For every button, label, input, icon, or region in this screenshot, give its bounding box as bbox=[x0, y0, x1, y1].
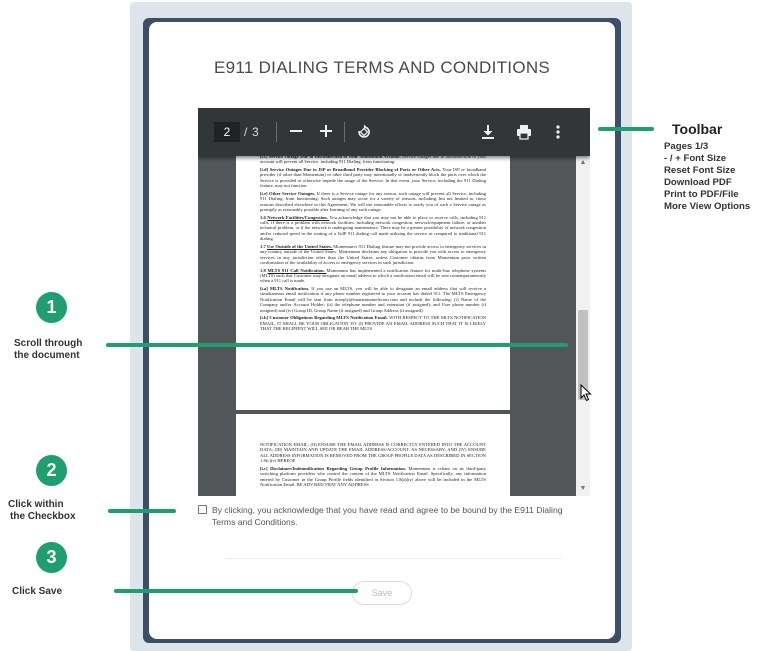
pdf-section-number: [i.c] bbox=[260, 465, 271, 471]
toolbar-annotation-item: Reset Font Size bbox=[664, 165, 736, 176]
toolbar-divider bbox=[344, 122, 345, 142]
pdf-page-2: [i.c] Service Outage Due to Disconnectio… bbox=[236, 148, 510, 410]
dialog-title: E911 DIALING TERMS AND CONDITIONS bbox=[213, 58, 551, 77]
pdf-section-body: NOTIFICATION EMAIL; (II) ENSURE THE EMAI… bbox=[260, 442, 486, 464]
step-2-callout-line bbox=[108, 509, 176, 513]
more-options-button[interactable] bbox=[546, 120, 570, 144]
pdf-toolbar: 2 / 3 bbox=[198, 108, 590, 156]
pdf-section-number: [i.d] bbox=[260, 167, 270, 172]
zoom-in-button[interactable] bbox=[314, 120, 338, 144]
current-page-input[interactable]: 2 bbox=[214, 122, 240, 142]
step-2-badge: 2 bbox=[36, 455, 67, 486]
agreement-row[interactable]: By clicking, you acknowledge that you ha… bbox=[198, 504, 583, 528]
minus-icon bbox=[290, 130, 302, 132]
toolbar-divider bbox=[276, 122, 277, 142]
pdf-section-heading: Service Outages Due to ISP or Broadband … bbox=[269, 167, 443, 172]
step-1-badge: 1 bbox=[36, 292, 67, 323]
pdf-section-number: 1.8 bbox=[260, 267, 268, 273]
more-vert-icon bbox=[556, 125, 560, 139]
pdf-section-number: [i.e] bbox=[260, 190, 270, 196]
step-1-label-line: Scroll through bbox=[14, 338, 83, 349]
pdf-paragraph: 1.8 MLTS 911 Call Notification. Momentum… bbox=[260, 268, 486, 284]
pdf-paragraph: [i.a] MLTS Notification. If you use an M… bbox=[260, 286, 486, 313]
print-button[interactable] bbox=[512, 120, 536, 144]
pdf-page-3: NOTIFICATION EMAIL; (II) ENSURE THE EMAI… bbox=[236, 414, 510, 496]
rotate-button[interactable] bbox=[352, 120, 376, 144]
mouse-cursor-icon bbox=[580, 384, 592, 402]
agreement-label[interactable]: By clicking, you acknowledge that you ha… bbox=[198, 504, 583, 528]
pdf-section-heading: Other Service Outages. bbox=[269, 190, 317, 196]
pdf-section-heading: Network Facilities/Congestion. bbox=[267, 214, 330, 220]
pdf-section-number: [i.b] bbox=[260, 315, 270, 321]
pdf-section-heading: MLTS 911 Call Notification. bbox=[267, 267, 327, 273]
step-2-label: Click within the Checkbox bbox=[8, 499, 76, 523]
rotate-icon bbox=[358, 124, 370, 138]
step-1-callout-line bbox=[106, 343, 568, 347]
toolbar-annotation-list: Pages 1/3 - / + Font Size Reset Font Siz… bbox=[664, 141, 750, 213]
scroll-down-arrow-icon[interactable]: ▼ bbox=[576, 483, 590, 495]
pdf-section-number: 1.7 bbox=[260, 243, 268, 249]
toolbar-annotation-item: - / + Font Size bbox=[664, 153, 727, 164]
pdf-paragraph: [i.e] Other Service Outages. If there is… bbox=[260, 191, 486, 213]
scroll-up-arrow-icon[interactable]: ▲ bbox=[576, 157, 590, 169]
download-icon bbox=[482, 125, 494, 139]
download-button[interactable] bbox=[476, 120, 500, 144]
step-3-badge: 3 bbox=[36, 542, 67, 573]
pdf-viewer[interactable]: 2 / 3 [i.c] Service Outage Due to Discon… bbox=[198, 108, 590, 496]
divider bbox=[226, 558, 562, 559]
pdf-paragraph: [i.c] Disclaimer/Indemnification Regardi… bbox=[260, 466, 486, 488]
pdf-paragraph: 1.7 Use Outside of the United States. Mo… bbox=[260, 244, 486, 266]
toolbar-annotation-item: More View Options bbox=[664, 201, 751, 212]
plus-icon bbox=[320, 125, 332, 137]
pdf-paragraph: 1.6 Network Facilities/Congestion. You a… bbox=[260, 215, 486, 242]
toolbar-annotation-title: Toolbar bbox=[672, 121, 723, 137]
toolbar-callout-line bbox=[598, 127, 654, 131]
step-2-label-line: the Checkbox bbox=[10, 511, 76, 522]
toolbar-annotation-item: Pages 1/3 bbox=[664, 141, 709, 152]
step-1-label: Scroll through the document bbox=[14, 338, 82, 362]
step-3-callout-line bbox=[114, 589, 358, 593]
page-separator: / bbox=[244, 125, 248, 139]
pdf-section-heading: MLTS Notification. bbox=[269, 286, 312, 292]
toolbar-annotation-item: Print to PDF/File bbox=[664, 189, 739, 200]
pdf-section-number: [i.a] bbox=[260, 286, 270, 292]
pdf-section-heading: Disclaimer/Indemnification Regarding Gro… bbox=[270, 465, 409, 471]
pdf-page-text: NOTIFICATION EMAIL; (II) ENSURE THE EMAI… bbox=[236, 414, 510, 487]
zoom-out-button[interactable] bbox=[284, 120, 308, 144]
step-3-label: Click Save bbox=[12, 586, 63, 597]
pdf-paragraph: NOTIFICATION EMAIL; (II) ENSURE THE EMAI… bbox=[260, 442, 486, 464]
toolbar-annotation-item: Download PDF bbox=[664, 177, 732, 188]
agreement-checkbox[interactable] bbox=[198, 505, 207, 514]
pdf-paragraph: [i.b] Customer Obligations Regarding MLT… bbox=[260, 315, 486, 331]
print-icon bbox=[517, 125, 531, 140]
pdf-page-text: [i.c] Service Outage Due to Disconnectio… bbox=[236, 148, 510, 332]
total-pages: 3 bbox=[252, 125, 259, 139]
step-2-label-line: Click within bbox=[8, 499, 64, 510]
pdf-section-heading: Use Outside of the United States. bbox=[267, 243, 334, 249]
save-button[interactable]: Save bbox=[352, 581, 412, 605]
step-1-label-line: the document bbox=[14, 350, 80, 361]
pdf-section-heading: Customer Obligations Regarding MLTS Noti… bbox=[269, 315, 390, 321]
pdf-paragraph: [i.d] Service Outages Due to ISP or Broa… bbox=[260, 167, 486, 189]
